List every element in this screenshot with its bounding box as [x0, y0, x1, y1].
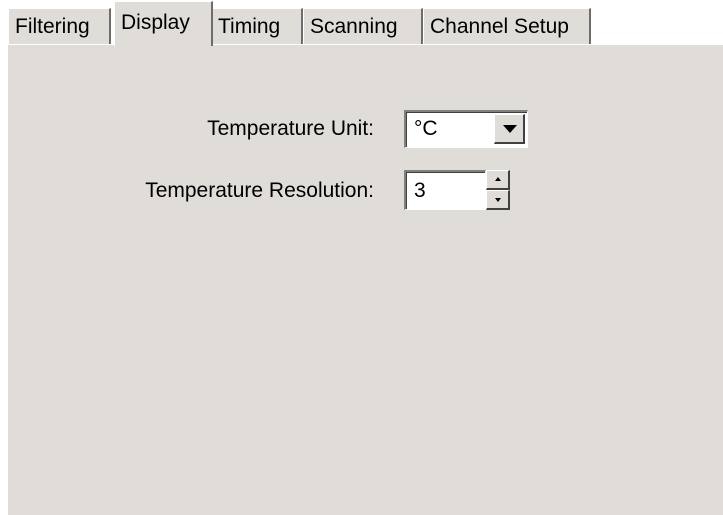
temperature-unit-label: Temperature Unit: [207, 117, 374, 140]
spin-down-button[interactable] [486, 190, 510, 210]
chevron-down-icon [503, 125, 517, 133]
tab-timing[interactable]: Timing [211, 8, 303, 44]
temperature-unit-select[interactable]: °C [404, 110, 528, 148]
temperature-resolution-value: 3 [414, 179, 426, 202]
tab-scanning[interactable]: Scanning [303, 8, 423, 44]
spin-down-icon [495, 198, 501, 202]
tab-timing-label: Timing [218, 15, 281, 38]
temperature-resolution-spinner [486, 170, 510, 210]
temperature-unit-value: °C [414, 117, 438, 140]
tab-display[interactable]: Display [114, 1, 213, 46]
display-tab-panel [8, 44, 723, 515]
options-window: Filtering Display Timing Scanning Channe… [0, 0, 723, 515]
spin-up-icon [495, 177, 501, 181]
tab-strip: Filtering Display Timing Scanning Channe… [8, 0, 723, 46]
temperature-resolution-input[interactable]: 3 [404, 170, 486, 210]
temperature-resolution-label: Temperature Resolution: [145, 179, 374, 202]
tab-channel-setup[interactable]: Channel Setup [423, 8, 591, 44]
tab-filtering[interactable]: Filtering [8, 8, 111, 44]
tab-scanning-label: Scanning [310, 15, 398, 38]
tab-filtering-label: Filtering [15, 15, 90, 38]
temperature-unit-dropdown-button[interactable] [494, 114, 525, 144]
tab-display-label: Display [121, 11, 190, 34]
spin-up-button[interactable] [486, 170, 510, 190]
tab-channel-setup-label: Channel Setup [430, 15, 569, 38]
